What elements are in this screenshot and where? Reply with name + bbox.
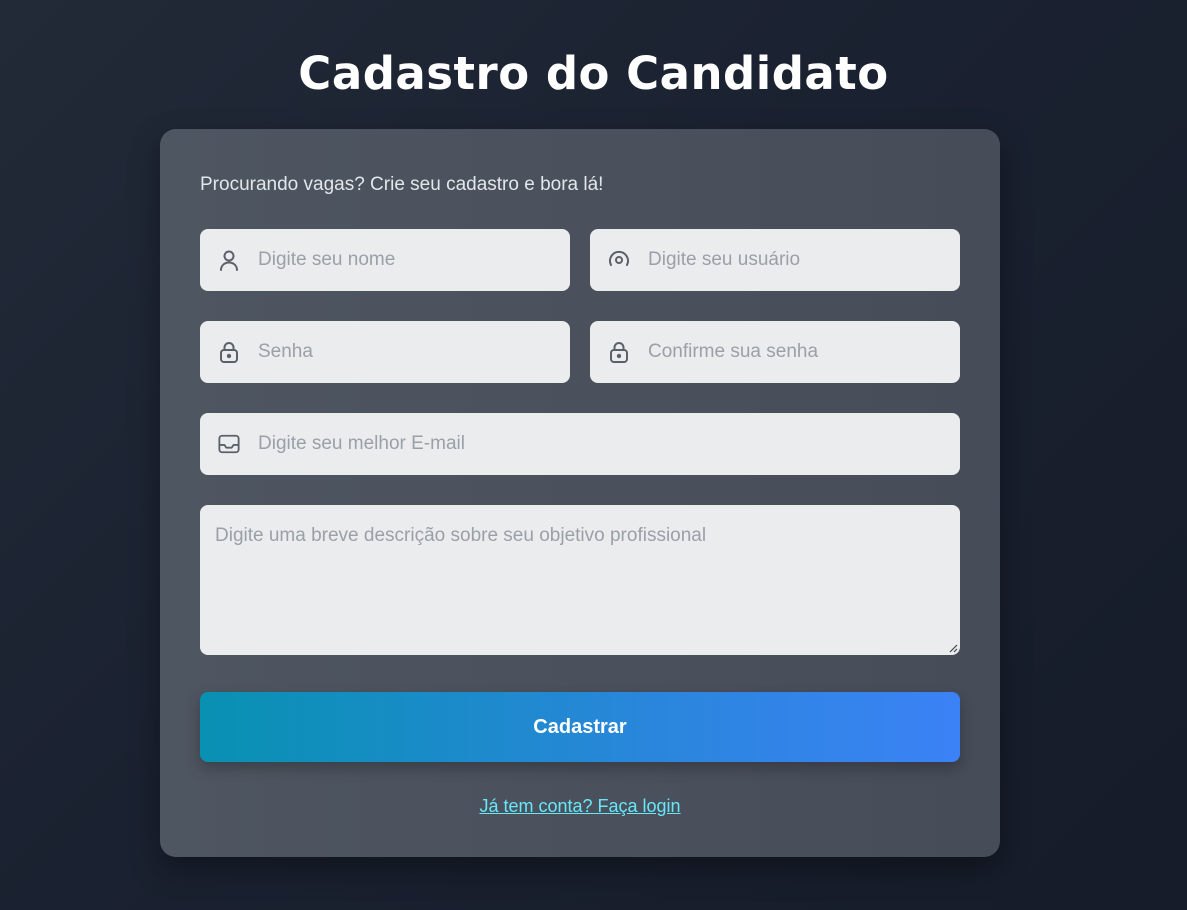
username-field[interactable] <box>590 229 960 291</box>
username-input[interactable] <box>648 229 960 291</box>
email-input[interactable] <box>258 413 960 475</box>
confirm-password-input[interactable] <box>648 321 960 383</box>
page-title: Cadastro do Candidato <box>298 47 889 100</box>
submit-button[interactable]: Cadastrar <box>200 692 960 762</box>
confirm-password-field[interactable] <box>590 321 960 383</box>
name-input[interactable] <box>258 229 570 291</box>
login-link-wrapper: Já tem conta? Faça login <box>160 795 1000 817</box>
lock-icon <box>218 341 240 363</box>
description-field[interactable] <box>200 505 960 655</box>
description-textarea[interactable] <box>200 505 960 655</box>
password-field[interactable] <box>200 321 570 383</box>
registration-card: Procurando vagas? Crie seu cadastro e bo… <box>160 129 1000 857</box>
lock-icon <box>608 341 630 363</box>
name-field[interactable] <box>200 229 570 291</box>
email-field[interactable] <box>200 413 960 475</box>
password-input[interactable] <box>258 321 570 383</box>
user-icon <box>218 249 240 271</box>
resize-handle-icon[interactable] <box>948 643 958 653</box>
form-subtitle: Procurando vagas? Crie seu cadastro e bo… <box>200 174 604 195</box>
inbox-icon <box>218 433 240 455</box>
login-link[interactable]: Já tem conta? Faça login <box>479 796 680 816</box>
at-sign-icon <box>608 249 630 271</box>
